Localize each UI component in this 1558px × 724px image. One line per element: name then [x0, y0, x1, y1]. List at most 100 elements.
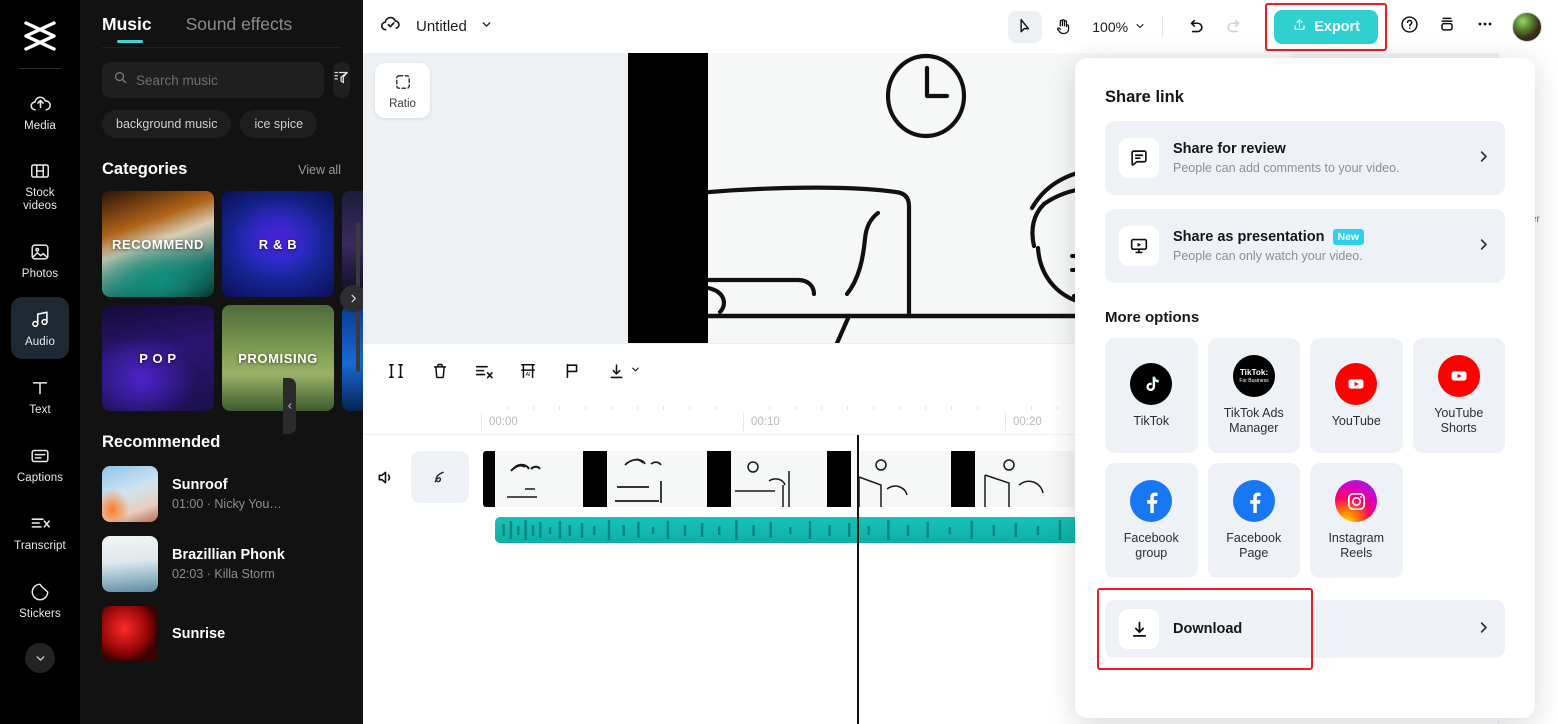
- share-option-tiktok[interactable]: TikTok: [1105, 338, 1198, 453]
- share-option-facebook-group[interactable]: Facebook group: [1105, 463, 1198, 578]
- split-icon[interactable]: [385, 360, 407, 382]
- search-input[interactable]: [136, 72, 313, 88]
- sidebar-item-audio[interactable]: Audio: [11, 297, 69, 359]
- category-card-pop[interactable]: P O P: [102, 305, 214, 411]
- search-icon: [113, 70, 128, 90]
- share-option-label: Facebook group: [1123, 531, 1179, 560]
- chip-background-music[interactable]: background music: [102, 110, 232, 138]
- category-card-recommend[interactable]: RECOMMEND: [102, 191, 214, 297]
- list-item[interactable]: Brazillian Phonk 02:03 · Killa Storm: [80, 522, 363, 592]
- redo-button[interactable]: [1217, 11, 1251, 43]
- zoom-level-control[interactable]: 100%: [1092, 19, 1146, 35]
- categories-view-all-link[interactable]: View all: [298, 163, 341, 177]
- share-option-label: YouTube Shorts: [1434, 406, 1484, 435]
- share-options-grid: TikTok TikTok: For Business TikTok Ads M…: [1105, 338, 1505, 578]
- ratio-button[interactable]: Ratio: [375, 63, 430, 118]
- track-controls: [363, 435, 483, 724]
- tiktok-icon: [1130, 362, 1173, 405]
- active-tab-indicator: [117, 39, 143, 43]
- export-button[interactable]: Export: [1274, 9, 1378, 44]
- layout-button[interactable]: [1431, 11, 1463, 43]
- share-option-facebook-page[interactable]: Facebook Page: [1207, 463, 1300, 578]
- sidebar-item-stock-videos[interactable]: Stock videos: [11, 149, 69, 223]
- more-options-button[interactable]: [1469, 11, 1501, 43]
- audio-library-panel: Music Sound effects Search music backgro…: [80, 0, 363, 724]
- category-card-rnb[interactable]: R & B: [222, 191, 334, 297]
- timeline-download-button[interactable]: [605, 360, 641, 382]
- track-subtitle: 01:00 · Nicky You…: [172, 497, 282, 511]
- auto-cut-icon[interactable]: [473, 360, 495, 382]
- share-option-youtube-shorts[interactable]: YouTube Shorts: [1412, 338, 1505, 453]
- chevron-right-icon[interactable]: [340, 285, 363, 312]
- ruler-label: 00:00: [481, 412, 518, 431]
- help-button[interactable]: [1393, 11, 1425, 43]
- delete-icon[interactable]: [429, 360, 451, 382]
- list-item[interactable]: Sunroof 01:00 · Nicky You…: [80, 452, 363, 522]
- instagram-icon: [1335, 480, 1378, 522]
- music-note-icon: [28, 308, 52, 332]
- sidebar-item-stickers[interactable]: Stickers: [11, 569, 69, 631]
- hand-tool[interactable]: [1046, 11, 1080, 43]
- category-label: PROMISING: [238, 350, 318, 366]
- tab-sound-effects[interactable]: Sound effects: [186, 14, 293, 47]
- cursor-arrow-tool[interactable]: [1008, 10, 1043, 43]
- avatar[interactable]: [1512, 11, 1542, 42]
- page-title[interactable]: Untitled: [416, 18, 467, 35]
- panel-collapse-handle[interactable]: [283, 378, 296, 434]
- filter-button[interactable]: [333, 62, 350, 98]
- chevron-down-icon: [1134, 19, 1146, 35]
- clip-frame: [495, 450, 583, 507]
- pen-edit-icon[interactable]: [411, 450, 469, 503]
- category-card-promising[interactable]: PROMISING: [222, 305, 334, 411]
- sticker-icon: [28, 580, 52, 604]
- capcut-logo-icon[interactable]: [16, 14, 64, 58]
- topbar-left: Untitled: [379, 12, 493, 41]
- sidebar-item-label: Audio: [25, 335, 55, 348]
- download-label: Download: [1173, 621, 1243, 637]
- share-option-tiktok-ads-manager[interactable]: TikTok: For Business TikTok Ads Manager: [1207, 338, 1300, 453]
- undo-button[interactable]: [1179, 11, 1213, 43]
- capcut-editor-window: Media Stock videos Photos Audio Text Cap…: [0, 0, 1558, 724]
- sidebar-item-media[interactable]: Media: [11, 81, 69, 143]
- share-option-youtube[interactable]: YouTube: [1310, 338, 1403, 453]
- share-option-label: Instagram Reels: [1328, 531, 1385, 560]
- speaker-icon[interactable]: [375, 467, 397, 489]
- share-option-title: Share for review: [1173, 141, 1286, 157]
- youtube-shorts-icon: [1437, 355, 1480, 397]
- tiktok-ads-manager-icon: TikTok: For Business: [1232, 355, 1275, 397]
- sidebar-item-text[interactable]: Text: [11, 365, 69, 427]
- sidebar-item-transcript[interactable]: Transcript: [11, 501, 69, 563]
- categories-title: Categories: [102, 160, 188, 178]
- clip-frame: [607, 450, 707, 507]
- toolbar-divider: [1162, 16, 1164, 37]
- rail-divider: [18, 68, 62, 69]
- left-nav-rail: Media Stock videos Photos Audio Text Cap…: [0, 0, 80, 724]
- cloud-check-icon[interactable]: [379, 12, 403, 41]
- list-item[interactable]: Sunrise: [80, 592, 363, 662]
- sidebar-expand-more-button[interactable]: [25, 643, 55, 673]
- share-option-instagram-reels[interactable]: Instagram Reels: [1310, 463, 1403, 578]
- share-option-title-text: Share as presentation: [1173, 229, 1325, 245]
- svg-text:TikTok:: TikTok:: [1240, 368, 1268, 377]
- share-option-text: Share for review People can add comments…: [1173, 141, 1456, 175]
- chip-ice-spice[interactable]: ice spice: [240, 110, 318, 138]
- category-label: R & B: [258, 236, 298, 252]
- track-thumbnail: [102, 606, 158, 662]
- download-option[interactable]: Download: [1105, 600, 1505, 658]
- ai-frame-icon[interactable]: AI: [517, 360, 539, 382]
- sidebar-item-captions[interactable]: Captions: [11, 433, 69, 495]
- comment-bubble-icon: [1119, 138, 1159, 178]
- category-label: RECOMMEND: [111, 236, 205, 252]
- share-as-presentation-option[interactable]: Share as presentation New People can onl…: [1105, 209, 1505, 283]
- clip-frame: [851, 450, 951, 507]
- ratio-button-label: Ratio: [389, 97, 416, 110]
- filter-icon: [333, 69, 350, 91]
- share-for-review-option[interactable]: Share for review People can add comments…: [1105, 121, 1505, 195]
- chevron-down-icon[interactable]: [480, 18, 493, 36]
- marker-flag-icon[interactable]: [561, 360, 583, 382]
- track-thumbnail: [102, 466, 158, 522]
- sidebar-item-photos[interactable]: Photos: [11, 229, 69, 291]
- search-music-box[interactable]: [102, 62, 324, 98]
- ruler-label: 00:10: [743, 412, 780, 431]
- svg-text:AI: AI: [526, 372, 531, 378]
